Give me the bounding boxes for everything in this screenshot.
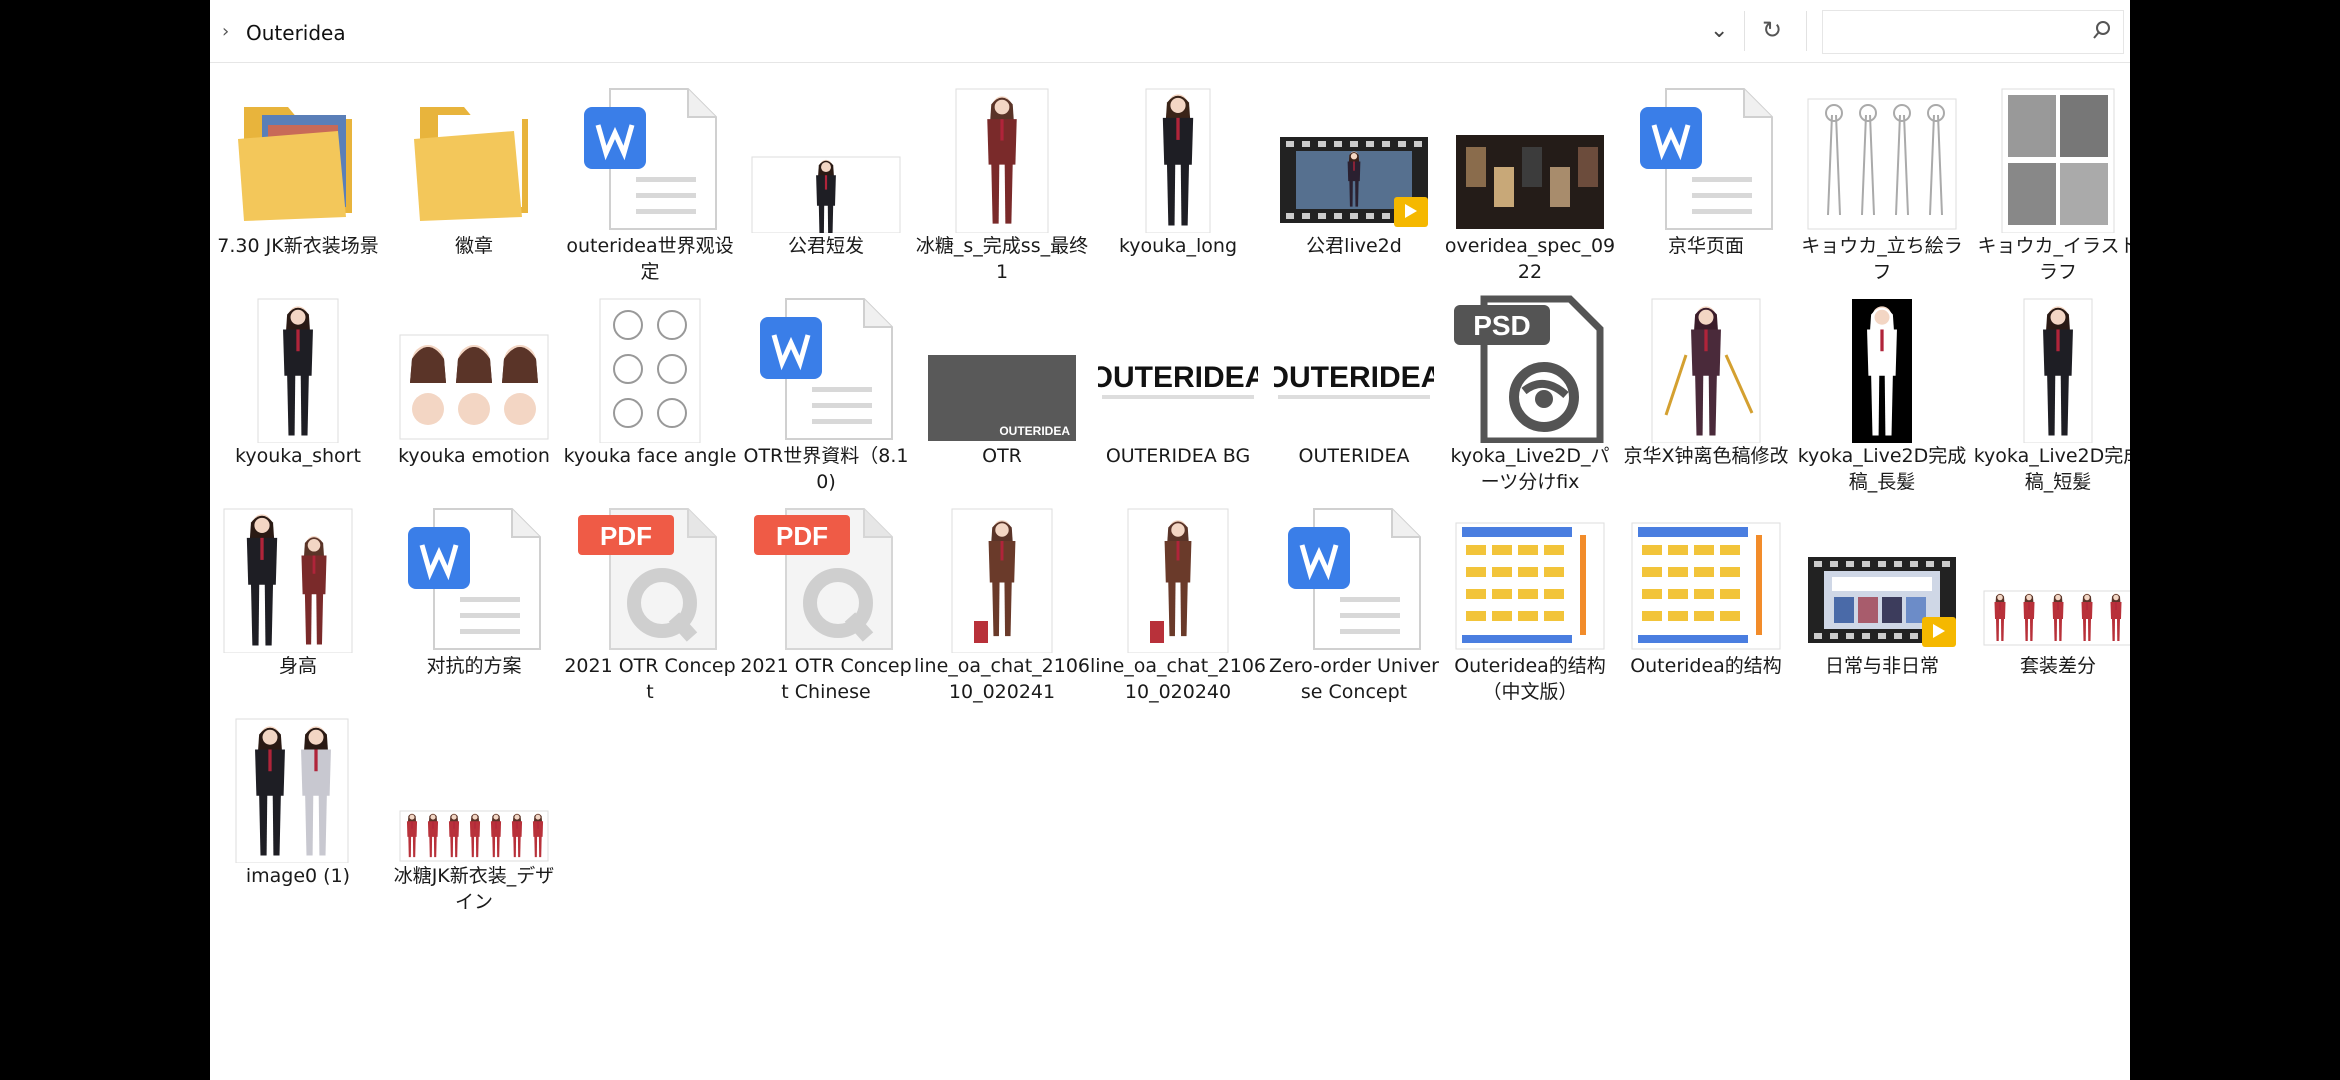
divider <box>1744 11 1745 51</box>
psd-icon: PSD <box>1454 295 1604 443</box>
word-doc-icon <box>760 298 893 440</box>
folder-icon <box>238 107 352 221</box>
image-thumbnail <box>1631 522 1781 650</box>
file-name: 京华页面 <box>1667 235 1744 257</box>
file-name: outeridea世界观设定 <box>566 235 734 283</box>
image-thumbnail <box>2001 88 2115 233</box>
image-thumbnail <box>235 718 349 863</box>
svg-text:PDF: PDF <box>776 521 828 551</box>
image-thumbnail <box>257 298 339 443</box>
file-name: 身高 <box>278 655 317 677</box>
file-name: OUTERIDEA <box>1298 445 1410 467</box>
search-icon <box>2093 21 2110 39</box>
file-name: Zero-order Universe Concept <box>1269 655 1439 703</box>
file-name: kyouka_long <box>1118 235 1238 257</box>
address-dropdown-icon[interactable]: ⌄ <box>1710 18 1728 43</box>
image-thumbnail <box>2023 298 2093 443</box>
divider <box>1806 11 1807 51</box>
svg-text:OUTERIDEA: OUTERIDEA <box>999 424 1070 438</box>
file-name: 徽章 <box>454 235 493 257</box>
file-name: kyouka_short <box>235 445 361 467</box>
image-thumbnail <box>599 298 701 443</box>
file-name: Outeridea的结构 <box>1630 655 1782 677</box>
image-thumbnail <box>1983 590 2130 646</box>
svg-text:PSD: PSD <box>1473 310 1531 341</box>
file-name: キョウカ_立ち絵ラフ <box>1801 235 1963 283</box>
file-name: overidea_spec_0922 <box>1444 235 1616 283</box>
file-name: kyoka_Live2D_パーツ分けfix <box>1450 445 1610 493</box>
search-box[interactable] <box>1822 10 2124 54</box>
image-thumbnail <box>1127 508 1229 653</box>
word-doc-icon <box>1640 88 1773 230</box>
file-name: 2021 OTR Concept <box>564 655 736 703</box>
refresh-icon[interactable]: ↻ <box>1762 16 1782 44</box>
word-doc-icon <box>584 88 717 230</box>
file-name: キョウカ_イラストラフ <box>1977 235 2130 283</box>
svg-text:PDF: PDF <box>600 521 652 551</box>
svg-text:OUTERIDEA: OUTERIDEA <box>1098 361 1258 394</box>
image-thumbnail <box>1852 299 1912 443</box>
image-thumbnail <box>1456 135 1604 229</box>
pdf-icon: PDF <box>578 508 717 650</box>
file-name: kyoka_Live2D完成稿_長髪 <box>1797 445 1967 493</box>
image-thumbnail <box>751 156 901 233</box>
file-name: 公君短发 <box>787 235 864 257</box>
image-thumbnail <box>223 508 353 653</box>
image-thumbnail <box>399 810 549 862</box>
image-thumbnail <box>955 88 1049 233</box>
file-name: 公君live2d <box>1306 235 1402 257</box>
svg-text:OUTERIDEA: OUTERIDEA <box>1274 361 1434 394</box>
file-name: line_oa_chat_210610_020240 <box>1090 655 1266 703</box>
pdf-icon: PDF <box>754 508 893 650</box>
file-name: kyoka_Live2D完成稿_短髪 <box>1973 445 2130 493</box>
video-thumbnail <box>1808 557 1956 647</box>
file-name: Outeridea的结构（中文版） <box>1454 655 1606 703</box>
image-thumbnail <box>951 508 1053 653</box>
file-name: 套装差分 <box>2019 655 2096 677</box>
file-name: 对抗的方案 <box>426 655 522 677</box>
address-bar: › Outeridea ⌄ ↻ <box>210 0 2130 63</box>
file-name: 2021 OTR Concept Chinese <box>740 655 912 703</box>
file-name: kyouka face angle <box>563 445 737 467</box>
file-name: 冰糖_s_完成ss_最终1 <box>915 235 1089 283</box>
breadcrumb-chevron-icon[interactable]: › <box>222 21 229 42</box>
file-name: 冰糖JK新衣装_デザイン <box>393 865 555 913</box>
image-thumbnail <box>1455 522 1605 650</box>
file-name: kyouka emotion <box>398 445 550 467</box>
word-doc-icon <box>1288 508 1421 650</box>
image-thumbnail <box>1807 98 1957 230</box>
logo-thumbnail: OUTERIDEA <box>1274 361 1434 399</box>
image-thumbnail <box>1145 88 1211 233</box>
logo-thumbnail: OUTERIDEA <box>1098 361 1258 399</box>
breadcrumb-path[interactable]: Outeridea <box>246 21 346 45</box>
file-name: OUTERIDEA BG <box>1105 445 1251 467</box>
file-explorer-window: › Outeridea ⌄ ↻ 7.30 JK新衣装场景 徽章 outeridea世… <box>210 0 2130 1080</box>
file-name: 7.30 JK新衣装场景 <box>217 235 379 257</box>
folder-icon <box>414 107 528 221</box>
image-thumbnail: OUTERIDEA <box>928 355 1076 441</box>
word-doc-icon <box>408 508 541 650</box>
file-name: 日常与非日常 <box>1824 655 1939 677</box>
image-thumbnail <box>399 334 549 440</box>
file-name: line_oa_chat_210610_020241 <box>914 655 1090 703</box>
image-thumbnail <box>1651 298 1761 443</box>
file-name: OTR <box>982 445 1022 467</box>
file-name: OTR世界資料（8.10) <box>743 445 909 493</box>
video-thumbnail <box>1280 137 1428 227</box>
search-input[interactable] <box>1831 11 2075 51</box>
file-name: image0 (1) <box>245 865 351 887</box>
file-name: 京华X钟离色稿修改 <box>1623 445 1789 467</box>
